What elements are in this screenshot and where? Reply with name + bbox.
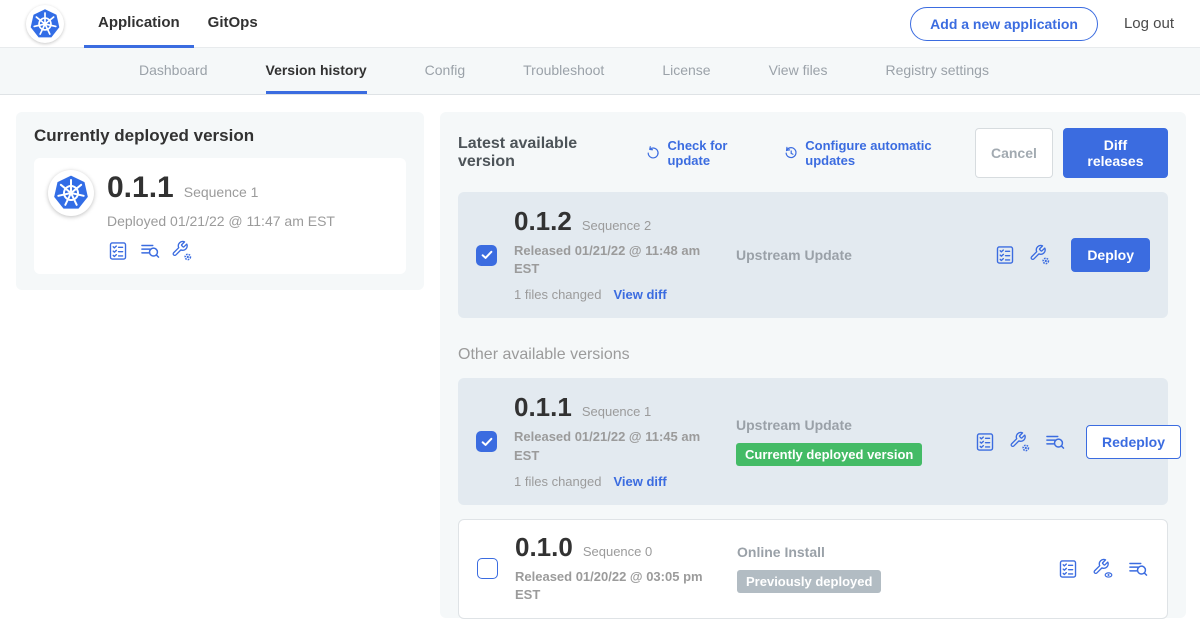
view-diff-link[interactable]: View diff xyxy=(613,474,666,489)
version-card: 0.1.0 Sequence 0 Released 01/20/22 @ 03:… xyxy=(458,519,1168,619)
tab-config[interactable]: Config xyxy=(425,48,465,94)
tab-view-files[interactable]: View files xyxy=(769,48,828,94)
released-timestamp: Released 01/21/22 @ 11:45 am EST xyxy=(514,428,714,464)
version-number: 0.1.1 xyxy=(107,172,174,204)
tab-registry-settings[interactable]: Registry settings xyxy=(885,48,988,94)
top-nav-tabs: Application GitOps xyxy=(84,0,272,48)
version-card: 0.1.1 Sequence 1 Released 01/21/22 @ 11:… xyxy=(458,378,1168,504)
current-version-panel: Currently deployed version 0.1.1 Sequenc… xyxy=(16,112,424,290)
nav-tab-application[interactable]: Application xyxy=(84,0,194,48)
sequence-label: Sequence 1 xyxy=(184,184,259,200)
tab-version-history[interactable]: Version history xyxy=(266,48,367,94)
deployed-status-badge: Currently deployed version xyxy=(736,443,922,466)
view-files-icon[interactable] xyxy=(1044,431,1066,453)
deployed-status-badge: Previously deployed xyxy=(737,570,881,593)
add-new-application-button[interactable]: Add a new application xyxy=(910,7,1098,41)
tab-license[interactable]: License xyxy=(662,48,710,94)
diff-releases-button[interactable]: Diff releases xyxy=(1063,128,1168,178)
view-files-icon[interactable] xyxy=(1127,558,1149,580)
view-config-icon[interactable] xyxy=(1092,558,1114,580)
other-versions-title: Other available versions xyxy=(458,346,1168,364)
version-checkbox[interactable] xyxy=(476,245,497,266)
version-number: 0.1.2 xyxy=(514,208,572,234)
app-icon xyxy=(48,170,94,216)
sequence-label: Sequence 0 xyxy=(583,544,652,559)
tab-troubleshoot[interactable]: Troubleshoot xyxy=(523,48,604,94)
app-sub-nav: Dashboard Version history Config Trouble… xyxy=(0,48,1200,95)
redeploy-button[interactable]: Redeploy xyxy=(1086,425,1181,459)
preflight-checks-icon[interactable] xyxy=(107,240,129,262)
preflight-checks-icon[interactable] xyxy=(974,431,996,453)
preflight-checks-icon[interactable] xyxy=(1057,558,1079,580)
schedule-icon xyxy=(783,145,799,161)
refresh-icon xyxy=(645,145,661,161)
version-checkbox[interactable] xyxy=(476,431,497,452)
deployed-version-card: 0.1.1 Sequence 1 Deployed 01/21/22 @ 11:… xyxy=(34,158,406,274)
edit-config-icon[interactable] xyxy=(171,240,193,262)
deployed-timestamp: Deployed 01/21/22 @ 11:47 am EST xyxy=(107,213,335,229)
view-files-icon[interactable] xyxy=(139,240,161,262)
version-checkbox[interactable] xyxy=(477,558,498,579)
cancel-button[interactable]: Cancel xyxy=(975,128,1053,178)
deploy-button[interactable]: Deploy xyxy=(1071,238,1150,272)
check-for-update-button[interactable]: Check for update xyxy=(645,138,767,168)
files-changed-label: 1 files changed xyxy=(514,474,601,489)
available-versions-panel: Latest available version Check for updat… xyxy=(440,112,1186,618)
files-changed-label: 1 files changed xyxy=(514,287,601,302)
configure-automatic-updates-button[interactable]: Configure automatic updates xyxy=(783,138,975,168)
sequence-label: Sequence 2 xyxy=(582,218,651,233)
version-number: 0.1.1 xyxy=(514,394,572,420)
source-label: Upstream Update xyxy=(736,417,974,433)
released-timestamp: Released 01/20/22 @ 03:05 pm EST xyxy=(515,568,715,604)
view-diff-link[interactable]: View diff xyxy=(613,287,666,302)
kubernetes-logo xyxy=(26,5,64,43)
tab-dashboard[interactable]: Dashboard xyxy=(139,48,208,94)
top-nav: Application GitOps Add a new application… xyxy=(0,0,1200,48)
latest-version-title: Latest available version xyxy=(458,135,629,171)
version-card: 0.1.2 Sequence 2 Released 01/21/22 @ 11:… xyxy=(458,192,1168,318)
current-version-panel-title: Currently deployed version xyxy=(34,126,406,146)
source-label: Upstream Update xyxy=(736,247,974,263)
logout-button[interactable]: Log out xyxy=(1124,15,1174,32)
nav-tab-gitops[interactable]: GitOps xyxy=(194,0,272,48)
source-label: Online Install xyxy=(737,544,975,560)
edit-config-icon[interactable] xyxy=(1009,431,1031,453)
edit-config-icon[interactable] xyxy=(1029,244,1051,266)
released-timestamp: Released 01/21/22 @ 11:48 am EST xyxy=(514,242,714,278)
sequence-label: Sequence 1 xyxy=(582,404,651,419)
version-number: 0.1.0 xyxy=(515,534,573,560)
preflight-checks-icon[interactable] xyxy=(994,244,1016,266)
